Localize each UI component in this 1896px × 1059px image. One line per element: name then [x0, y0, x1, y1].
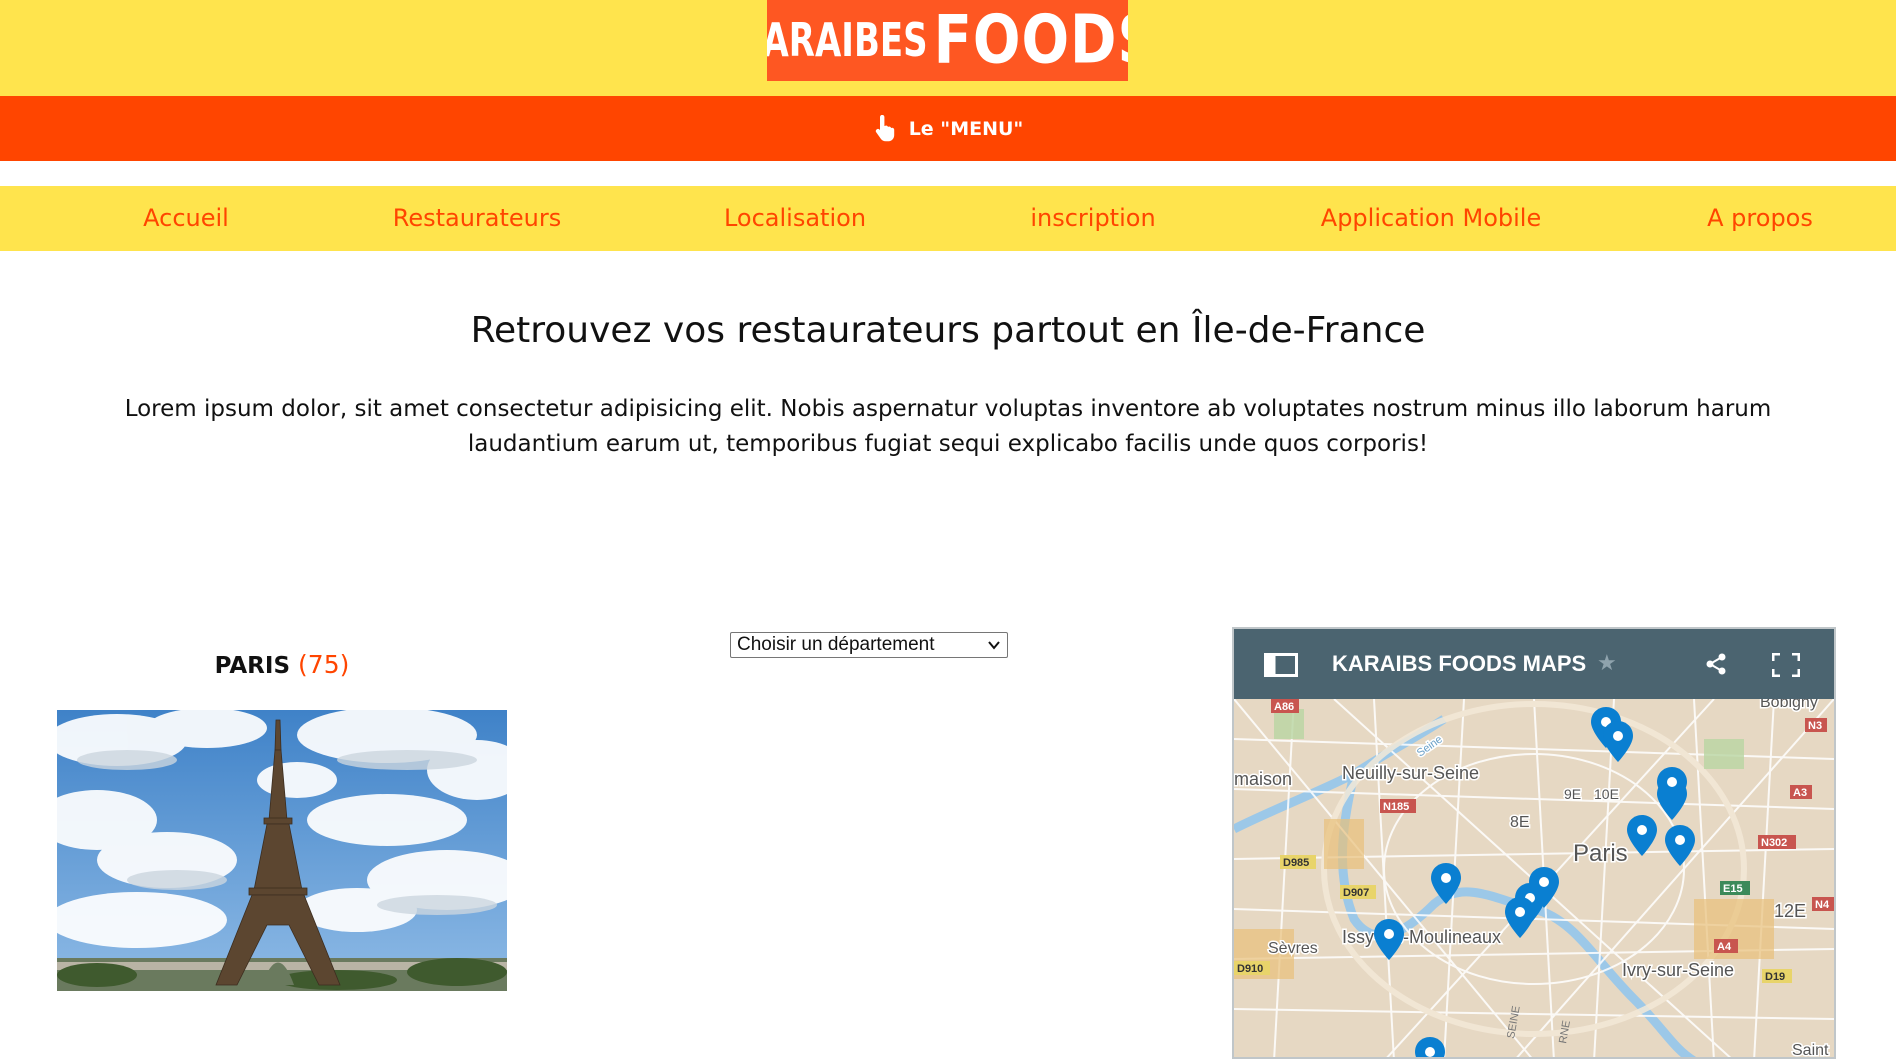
pointing-hand-icon: [875, 114, 894, 141]
map-header: KARAIBS FOODS MAPS ★: [1234, 629, 1834, 699]
road-label: D19: [1765, 971, 1785, 983]
place-label: Saint: [1792, 1042, 1829, 1059]
road-label: D910: [1237, 963, 1263, 975]
place-label: Neuilly-sur-Seine: [1342, 763, 1479, 783]
department-select-value: Choisir un département: [737, 634, 935, 655]
road-label: A86: [1274, 701, 1294, 713]
eiffel-tower-photo: [57, 710, 507, 991]
arrondissement-label: 9E: [1564, 786, 1581, 802]
department-heading: PARIS (75): [57, 650, 507, 679]
intro-paragraph: Lorem ipsum dolor, sit amet consectetur …: [124, 396, 1772, 457]
arrondissement-label: 10E: [1594, 786, 1619, 802]
arrondissement-label: 8E: [1510, 814, 1530, 831]
logo-text-left: KARAIBES: [767, 13, 928, 68]
menu-label: Le "MENU": [908, 117, 1024, 140]
road-label: N4: [1815, 899, 1830, 911]
star-icon[interactable]: ★: [1597, 651, 1617, 676]
nav-link-a-propos[interactable]: A propos: [1707, 186, 1813, 251]
arrondissement-label: 12E: [1774, 901, 1806, 921]
department-code: (75): [298, 650, 350, 679]
nav-link-application-mobile[interactable]: Application Mobile: [1321, 186, 1541, 251]
main-nav: Accueil Restaurateurs Localisation inscr…: [0, 186, 1896, 251]
road-label: D985: [1283, 857, 1309, 869]
road-label: N185: [1383, 801, 1409, 813]
place-label: Sèvres: [1268, 940, 1318, 957]
road-label: D907: [1343, 887, 1369, 899]
place-label: Bobigny: [1760, 699, 1818, 711]
sidebar-toggle-icon[interactable]: [1264, 653, 1298, 677]
chevron-down-icon: [988, 641, 1000, 650]
road-label: N302: [1761, 837, 1787, 849]
department-select[interactable]: Choisir un département: [730, 632, 1008, 658]
place-label: Ivry-sur-Seine: [1622, 960, 1734, 980]
road-label: A3: [1793, 787, 1807, 799]
map-canvas[interactable]: A86 N3 N185 A3 N302 D985 D907 E15 N4 A4 …: [1234, 699, 1834, 1059]
place-label: Issy-les-Moulineaux: [1342, 927, 1501, 947]
brand-logo[interactable]: KARAIBES FOODS: [767, 0, 1128, 81]
road-label: E15: [1723, 883, 1743, 895]
logo-text-right: FOODS: [933, 1, 1128, 80]
page-title: Retrouvez vos restaurateurs partout en Î…: [470, 310, 1426, 351]
road-label: N3: [1808, 720, 1822, 732]
map-title: KARAIBS FOODS MAPS: [1332, 651, 1587, 676]
fullscreen-icon[interactable]: [1772, 653, 1800, 677]
department-name: PARIS: [214, 653, 291, 679]
road-label: A4: [1717, 941, 1732, 953]
nav-link-accueil[interactable]: Accueil: [143, 186, 229, 251]
place-label: Paris: [1573, 840, 1628, 867]
nav-link-restaurateurs[interactable]: Restaurateurs: [393, 186, 562, 251]
share-icon[interactable]: [1704, 652, 1728, 676]
place-label: maison: [1234, 769, 1292, 789]
embedded-map[interactable]: KARAIBS FOODS MAPS ★ A86 N3 N185 A3 N302…: [1232, 627, 1836, 1059]
menu-toggle-bar[interactable]: Le "MENU": [0, 96, 1896, 161]
nav-link-inscription[interactable]: inscription: [1030, 186, 1155, 251]
nav-link-localisation[interactable]: Localisation: [724, 186, 866, 251]
